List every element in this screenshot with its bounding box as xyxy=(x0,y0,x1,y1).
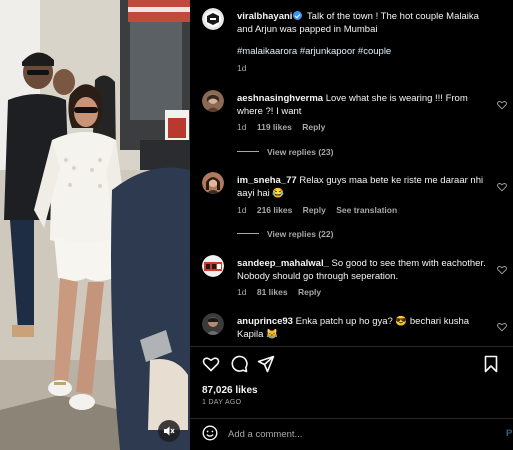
heart-icon[interactable] xyxy=(497,265,507,275)
replies-divider xyxy=(237,233,259,234)
comment-age: 1d xyxy=(237,122,247,132)
comment-body: anuprince93 Enka patch up ho gya? 😎 bech… xyxy=(237,315,495,341)
post-date: 1 DAY AGO xyxy=(202,399,242,406)
likes-count[interactable]: 87,026 likes xyxy=(202,385,258,396)
heart-icon[interactable] xyxy=(497,182,507,192)
view-replies-button[interactable]: View replies (23) xyxy=(237,147,333,157)
comment-avatar[interactable] xyxy=(202,313,224,335)
post-media[interactable] xyxy=(0,0,190,450)
reply-button[interactable]: Reply xyxy=(298,287,321,297)
heart-icon[interactable] xyxy=(497,322,507,332)
comment-username[interactable]: sandeep_mahalwal_ xyxy=(237,258,329,269)
see-translation-button[interactable]: See translation xyxy=(336,205,397,215)
author-username[interactable]: viralbhayani xyxy=(237,11,292,22)
emoji-icon[interactable] xyxy=(202,425,218,441)
comment-meta: 1d 119 likes Reply xyxy=(237,122,333,133)
comment-composer: P xyxy=(190,420,513,450)
caption-meta: 1d xyxy=(237,63,254,74)
caption-age: 1d xyxy=(237,63,247,73)
heart-icon[interactable] xyxy=(497,100,507,110)
comment-input[interactable] xyxy=(228,425,488,443)
comment-age: 1d xyxy=(237,287,247,297)
post-caption: viralbhayani Talk of the town ! The hot … xyxy=(237,10,495,36)
comment-likes[interactable]: 216 likes xyxy=(257,205,292,215)
verified-badge-icon xyxy=(293,11,303,20)
comment-avatar[interactable] xyxy=(202,255,224,277)
send-icon[interactable] xyxy=(257,355,275,373)
caption-hashtags[interactable]: #malaikaarora #arjunkapoor #couple xyxy=(237,45,495,58)
reply-button[interactable]: Reply xyxy=(303,205,326,215)
view-replies-button[interactable]: View replies (22) xyxy=(237,229,333,239)
reply-button[interactable]: Reply xyxy=(302,122,325,132)
action-bar xyxy=(190,350,513,380)
author-avatar[interactable] xyxy=(202,8,224,30)
post-photo xyxy=(0,0,190,450)
comment-avatar[interactable] xyxy=(202,172,224,194)
post-comment-button[interactable]: P xyxy=(506,428,512,439)
comment-meta: 1d 216 likes Reply See translation xyxy=(237,205,405,216)
comment-likes[interactable]: 81 likes xyxy=(257,287,288,297)
heart-icon[interactable] xyxy=(202,355,220,373)
comment-likes[interactable]: 119 likes xyxy=(257,122,292,132)
replies-divider xyxy=(237,151,259,152)
comment-username[interactable]: aeshnasinghverma xyxy=(237,93,323,104)
comment-body: aeshnasinghverma Love what she is wearin… xyxy=(237,92,495,118)
comment-avatar[interactable] xyxy=(202,90,224,112)
comment-age: 1d xyxy=(237,205,247,215)
post-panel: viralbhayani Talk of the town ! The hot … xyxy=(190,0,513,450)
mute-button[interactable] xyxy=(158,420,180,442)
comment-meta: 1d 81 likes Reply xyxy=(237,287,329,298)
actions-divider xyxy=(190,346,513,347)
comment-username[interactable]: im_sneha_77 xyxy=(237,175,297,186)
comment-body: im_sneha_77 Relax guys maa bete ke riste… xyxy=(237,174,495,200)
bookmark-icon[interactable] xyxy=(482,355,500,373)
comment-body: sandeep_mahalwal_ So good to see them wi… xyxy=(237,257,495,283)
comments-list: viralbhayani Talk of the town ! The hot … xyxy=(190,0,513,345)
speaker-muted-icon xyxy=(164,426,175,436)
comment-icon[interactable] xyxy=(230,355,248,373)
comment-username[interactable]: anuprince93 xyxy=(237,316,293,327)
composer-divider xyxy=(190,418,513,419)
